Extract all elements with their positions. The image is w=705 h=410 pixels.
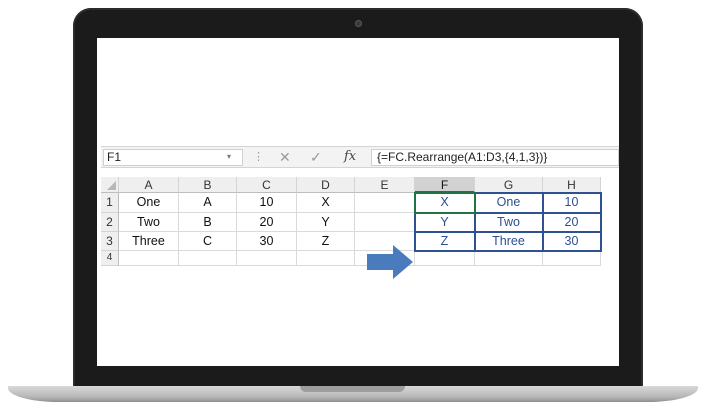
cell-b2[interactable]: B xyxy=(179,213,237,232)
row-header-2[interactable]: 2 xyxy=(101,213,119,232)
spreadsheet-grid: A B C D E F G H 1 2 3 4 One A 10 X X One 10 Two B 20 Y Y Two 20 Th… xyxy=(101,177,619,279)
cell-b4[interactable] xyxy=(179,251,237,266)
right-arrow-icon xyxy=(367,245,413,279)
cell-h3[interactable]: 30 xyxy=(543,232,601,251)
cell-f4[interactable] xyxy=(415,251,475,266)
cell-e2[interactable] xyxy=(355,213,415,232)
cell-a4[interactable] xyxy=(119,251,179,266)
cell-e1[interactable] xyxy=(355,193,415,213)
column-header-a[interactable]: A xyxy=(119,177,179,193)
cell-d3[interactable]: Z xyxy=(297,232,355,251)
formula-text: {=FC.Rearrange(A1:D3,{4,1,3})} xyxy=(377,150,548,164)
column-header-b[interactable]: B xyxy=(179,177,237,193)
column-header-f[interactable]: F xyxy=(415,177,475,193)
cell-f1[interactable]: X xyxy=(415,193,475,213)
cell-g1[interactable]: One xyxy=(475,193,543,213)
cell-a2[interactable]: Two xyxy=(119,213,179,232)
column-header-e[interactable]: E xyxy=(355,177,415,193)
insert-function-icon[interactable]: fx xyxy=(344,148,356,166)
cell-d2[interactable]: Y xyxy=(297,213,355,232)
cell-c2[interactable]: 20 xyxy=(237,213,297,232)
cell-g4[interactable] xyxy=(475,251,543,266)
formula-input[interactable]: {=FC.Rearrange(A1:D3,{4,1,3})} xyxy=(371,149,619,166)
cell-b1[interactable]: A xyxy=(179,193,237,213)
row-header-4[interactable]: 4 xyxy=(101,251,119,266)
cell-g2[interactable]: Two xyxy=(475,213,543,232)
name-box-dropdown-icon[interactable]: ▾ xyxy=(227,149,231,164)
cell-h2[interactable]: 20 xyxy=(543,213,601,232)
column-header-h[interactable]: H xyxy=(543,177,601,193)
cell-c3[interactable]: 30 xyxy=(237,232,297,251)
cancel-icon[interactable]: ✕ xyxy=(279,148,291,166)
cell-c4[interactable] xyxy=(237,251,297,266)
name-box-value: F1 xyxy=(107,150,122,164)
cell-d4[interactable] xyxy=(297,251,355,266)
webcam-icon xyxy=(355,20,362,27)
row-header-3[interactable]: 3 xyxy=(101,232,119,251)
cell-c1[interactable]: 10 xyxy=(237,193,297,213)
cell-b3[interactable]: C xyxy=(179,232,237,251)
select-all-icon xyxy=(107,181,116,190)
laptop-screen: F1 ▾ ⋮ ✕ ✓ fx {=FC.Rearrange(A1:D3,{4,1,… xyxy=(97,38,619,366)
cell-h1[interactable]: 10 xyxy=(543,193,601,213)
cell-f2[interactable]: Y xyxy=(415,213,475,232)
cell-f3[interactable]: Z xyxy=(415,232,475,251)
cell-a1[interactable]: One xyxy=(119,193,179,213)
column-header-c[interactable]: C xyxy=(237,177,297,193)
cell-g3[interactable]: Three xyxy=(475,232,543,251)
cell-d1[interactable]: X xyxy=(297,193,355,213)
select-all-button[interactable] xyxy=(101,177,119,193)
laptop-notch xyxy=(300,386,405,392)
cell-a3[interactable]: Three xyxy=(119,232,179,251)
cell-h4[interactable] xyxy=(543,251,601,266)
column-header-d[interactable]: D xyxy=(297,177,355,193)
column-header-g[interactable]: G xyxy=(475,177,543,193)
name-box[interactable]: F1 xyxy=(103,149,243,166)
row-header-1[interactable]: 1 xyxy=(101,193,119,213)
enter-icon[interactable]: ✓ xyxy=(310,148,322,166)
formula-bar-grip-icon: ⋮ xyxy=(253,151,264,163)
formula-bar: F1 ▾ ⋮ ✕ ✓ fx {=FC.Rearrange(A1:D3,{4,1,… xyxy=(101,146,619,168)
